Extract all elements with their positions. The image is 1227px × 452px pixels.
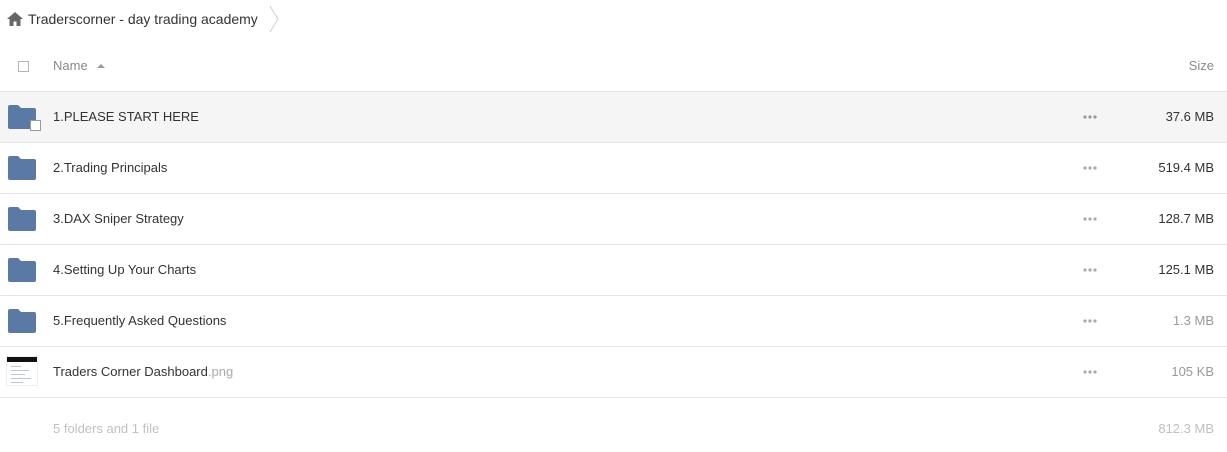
- item-name[interactable]: 2.Trading Principals: [53, 160, 167, 175]
- name-column-header[interactable]: Name: [53, 58, 88, 73]
- home-icon[interactable]: [7, 12, 23, 26]
- item-extension: .png: [207, 364, 234, 379]
- list-item[interactable]: 2.Trading Principals 519.4 MB: [0, 143, 1227, 194]
- item-name[interactable]: 5.Frequently Asked Questions: [53, 313, 226, 328]
- item-name-base: Traders Corner Dashboard: [53, 364, 208, 379]
- folder-icon: [8, 258, 36, 282]
- item-size: 105 KB: [1171, 364, 1214, 379]
- breadcrumb: Traderscorner - day trading academy: [0, 0, 1227, 40]
- more-options-icon[interactable]: [1083, 217, 1097, 221]
- breadcrumb-current-folder[interactable]: Traderscorner - day trading academy: [28, 11, 258, 27]
- list-item[interactable]: 4.Setting Up Your Charts 125.1 MB: [0, 245, 1227, 296]
- row-checkbox[interactable]: [30, 120, 41, 131]
- total-size: 812.3 MB: [1158, 421, 1214, 436]
- breadcrumb-separator-icon: [269, 5, 279, 33]
- item-count-summary: 5 folders and 1 file: [53, 421, 160, 436]
- more-options-icon[interactable]: [1083, 268, 1097, 272]
- sort-ascending-icon[interactable]: [97, 63, 105, 69]
- select-all-checkbox[interactable]: [18, 61, 29, 72]
- file-list-footer: 5 folders and 1 file 812.3 MB: [0, 408, 1227, 448]
- folder-icon: [8, 207, 36, 231]
- more-options-icon[interactable]: [1083, 115, 1097, 119]
- list-item[interactable]: 1.PLEASE START HERE 37.6 MB: [0, 92, 1227, 143]
- more-options-icon[interactable]: [1083, 166, 1097, 170]
- item-name[interactable]: 1.PLEASE START HERE: [53, 109, 199, 124]
- more-options-icon[interactable]: [1083, 370, 1097, 374]
- size-column-header[interactable]: Size: [1189, 58, 1214, 73]
- item-name[interactable]: 3.DAX Sniper Strategy: [53, 211, 184, 226]
- list-item[interactable]: Traders Corner Dashboard.png 105 KB: [0, 347, 1227, 398]
- folder-icon: [8, 156, 36, 180]
- item-size: 125.1 MB: [1158, 262, 1214, 277]
- item-size: 519.4 MB: [1158, 160, 1214, 175]
- item-name[interactable]: Traders Corner Dashboard.png: [53, 364, 233, 379]
- item-size: 1.3 MB: [1172, 313, 1214, 328]
- file-list-header: Name Size: [0, 41, 1227, 92]
- list-item[interactable]: 3.DAX Sniper Strategy 128.7 MB: [0, 194, 1227, 245]
- item-size: 128.7 MB: [1158, 211, 1214, 226]
- file-list: 1.PLEASE START HERE 37.6 MB 2.Trading Pr…: [0, 92, 1227, 398]
- folder-icon: [8, 309, 36, 333]
- item-name[interactable]: 4.Setting Up Your Charts: [53, 262, 196, 277]
- list-item[interactable]: 5.Frequently Asked Questions 1.3 MB: [0, 296, 1227, 347]
- more-options-icon[interactable]: [1083, 319, 1097, 323]
- image-thumbnail: [6, 356, 38, 386]
- item-size: 37.6 MB: [1165, 109, 1214, 124]
